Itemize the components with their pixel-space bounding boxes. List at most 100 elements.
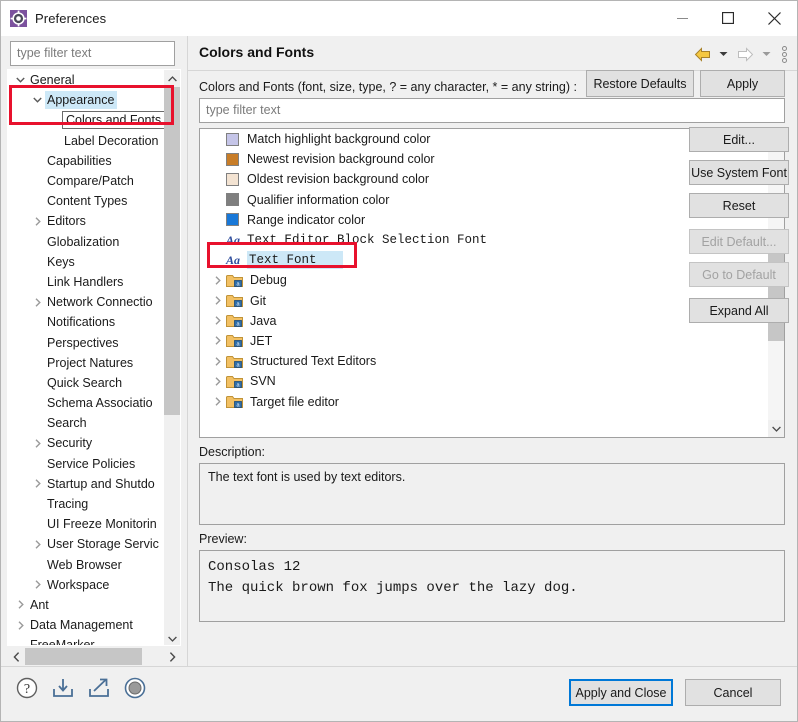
chevron-right-icon[interactable] [13, 600, 28, 610]
sidebar-item-notifications[interactable]: Notifications [8, 312, 166, 332]
chevron-right-icon[interactable] [13, 620, 28, 630]
sidebar-scroll-thumb[interactable] [164, 87, 180, 415]
back-dropdown-icon[interactable] [715, 42, 732, 66]
circle-icon[interactable] [123, 676, 147, 700]
sidebar-item-schema-associatio[interactable]: Schema Associatio [8, 393, 166, 413]
chevron-right-icon[interactable] [210, 356, 226, 366]
list-item[interactable]: a Structured Text Editors [200, 351, 769, 371]
list-item[interactable]: Aa Text Font [200, 250, 769, 270]
sidebar-item-startup-and-shutdo[interactable]: Startup and Shutdo [8, 474, 166, 494]
view-menu-icon[interactable] [775, 42, 793, 66]
list-item[interactable]: Oldest revision background color [200, 169, 769, 189]
chevron-right-icon[interactable] [210, 296, 226, 305]
back-button[interactable] [689, 42, 715, 66]
sidebar-item-label: Colors and Fonts [62, 111, 166, 130]
list-item[interactable]: a SVN [200, 371, 769, 391]
dialog-footer: ? Apply and Close Cancel [1, 667, 797, 721]
sidebar-item-tracing[interactable]: Tracing [8, 494, 166, 514]
expand-all-button[interactable]: Expand All [689, 298, 789, 323]
list-item[interactable]: Match highlight background color [200, 129, 769, 149]
sidebar-item-label: Globalization [47, 234, 120, 249]
cancel-button[interactable]: Cancel [685, 679, 781, 706]
sidebar-item-security[interactable]: Security [8, 433, 166, 453]
chevron-right-icon[interactable] [30, 479, 45, 489]
sidebar-item-quick-search[interactable]: Quick Search [8, 373, 166, 393]
sidebar-item-workspace[interactable]: Workspace [8, 575, 166, 595]
sidebar-item-freemarker[interactable]: FreeMarker [8, 635, 166, 645]
chevron-right-icon[interactable] [210, 276, 226, 285]
list-item[interactable]: a JET [200, 331, 769, 351]
sidebar-panel: type filter text General Appearance Colors… [1, 36, 187, 666]
list-item[interactable]: Range indicator color [200, 210, 769, 230]
sidebar-item-content-types[interactable]: Content Types [8, 191, 166, 211]
sidebar-item-service-policies[interactable]: Service Policies [8, 454, 166, 474]
sidebar-item-general[interactable]: General [8, 70, 166, 90]
reset-button[interactable]: Reset [689, 193, 789, 218]
sidebar-vertical-scrollbar[interactable] [164, 70, 180, 645]
chevron-right-icon[interactable] [30, 297, 45, 307]
sidebar-item-link-handlers[interactable]: Link Handlers [8, 272, 166, 292]
list-item[interactable]: Qualifier information color [200, 190, 769, 210]
minimize-button[interactable] [659, 1, 705, 35]
scroll-down-arrow[interactable] [164, 630, 180, 645]
sidebar-item-network-connectio[interactable]: Network Connectio [8, 292, 166, 312]
list-item[interactable]: Newest revision background color [200, 149, 769, 169]
chevron-right-icon[interactable] [30, 580, 45, 589]
sidebar-item-ant[interactable]: Ant [8, 595, 166, 615]
sidebar-item-appearance[interactable]: Appearance [8, 90, 166, 110]
font-icon: Aa [226, 252, 241, 267]
scroll-right-arrow[interactable] [163, 648, 181, 665]
apply-button[interactable]: Apply [700, 70, 785, 97]
font-icon: Aa [226, 232, 241, 247]
sidebar-item-data-management[interactable]: Data Management [8, 615, 166, 635]
scroll-left-arrow[interactable] [7, 648, 25, 665]
help-icon[interactable]: ? [15, 676, 39, 700]
sidebar-item-search[interactable]: Search [8, 413, 166, 433]
use-system-font-button[interactable]: Use System Font [689, 160, 789, 185]
apply-and-close-button[interactable]: Apply and Close [569, 679, 673, 706]
chevron-right-icon[interactable] [210, 377, 226, 386]
list-item[interactable]: a Git [200, 291, 769, 311]
list-item[interactable]: a Debug [200, 270, 769, 290]
edit-button[interactable]: Edit... [689, 127, 789, 152]
edit-default-button: Edit Default... [689, 229, 789, 254]
export-icon[interactable] [87, 676, 111, 700]
sidebar-hscroll-thumb[interactable] [25, 648, 142, 665]
chevron-right-icon[interactable] [30, 217, 45, 226]
list-item[interactable]: a Java [200, 311, 769, 331]
close-button[interactable] [751, 1, 797, 35]
sidebar-item-compare-patch[interactable]: Compare/Patch [8, 171, 166, 191]
sidebar-item-keys[interactable]: Keys [8, 252, 166, 272]
list-scroll-down-arrow[interactable] [768, 420, 784, 437]
list-item[interactable]: Aa Text Editor Block Selection Font [200, 230, 769, 250]
sidebar-item-label: Security [47, 436, 93, 451]
chevron-right-icon[interactable] [30, 439, 45, 448]
sidebar-item-project-natures[interactable]: Project Natures [8, 353, 166, 373]
list-item[interactable]: a Target file editor [200, 391, 769, 411]
chevron-down-icon[interactable] [30, 97, 45, 104]
sidebar-item-capabilities[interactable]: Capabilities [8, 151, 166, 171]
sidebar-item-web-browser[interactable]: Web Browser [8, 555, 166, 575]
sidebar-filter-input[interactable]: type filter text [10, 41, 175, 66]
colors-fonts-filter-input[interactable]: type filter text [199, 98, 785, 123]
forward-dropdown-icon[interactable] [758, 42, 775, 66]
scroll-up-arrow[interactable] [164, 70, 180, 87]
chevron-right-icon[interactable] [30, 540, 45, 549]
chevron-right-icon[interactable] [210, 336, 226, 346]
sidebar-item-colors-and-fonts[interactable]: Colors and Fonts [8, 110, 166, 130]
sidebar-item-label: General [30, 73, 75, 88]
sidebar-item-editors[interactable]: Editors [8, 211, 166, 231]
maximize-button[interactable] [705, 1, 751, 35]
sidebar-horizontal-scrollbar[interactable] [7, 648, 181, 665]
import-icon[interactable] [51, 676, 75, 700]
sidebar-item-perspectives[interactable]: Perspectives [8, 332, 166, 352]
sidebar-item-ui-freeze-monitorin[interactable]: UI Freeze Monitorin [8, 514, 166, 534]
chevron-right-icon[interactable] [210, 316, 226, 325]
chevron-down-icon[interactable] [13, 77, 28, 83]
preferences-tree[interactable]: General Appearance Colors and Fonts Label D… [7, 69, 181, 646]
chevron-right-icon[interactable] [210, 397, 226, 406]
sidebar-item-user-storage-servic[interactable]: User Storage Servic [8, 534, 166, 554]
sidebar-item-globalization[interactable]: Globalization [8, 232, 166, 252]
restore-defaults-button[interactable]: Restore Defaults [586, 70, 694, 97]
sidebar-item-label-decoration[interactable]: Label Decoration [8, 131, 166, 151]
